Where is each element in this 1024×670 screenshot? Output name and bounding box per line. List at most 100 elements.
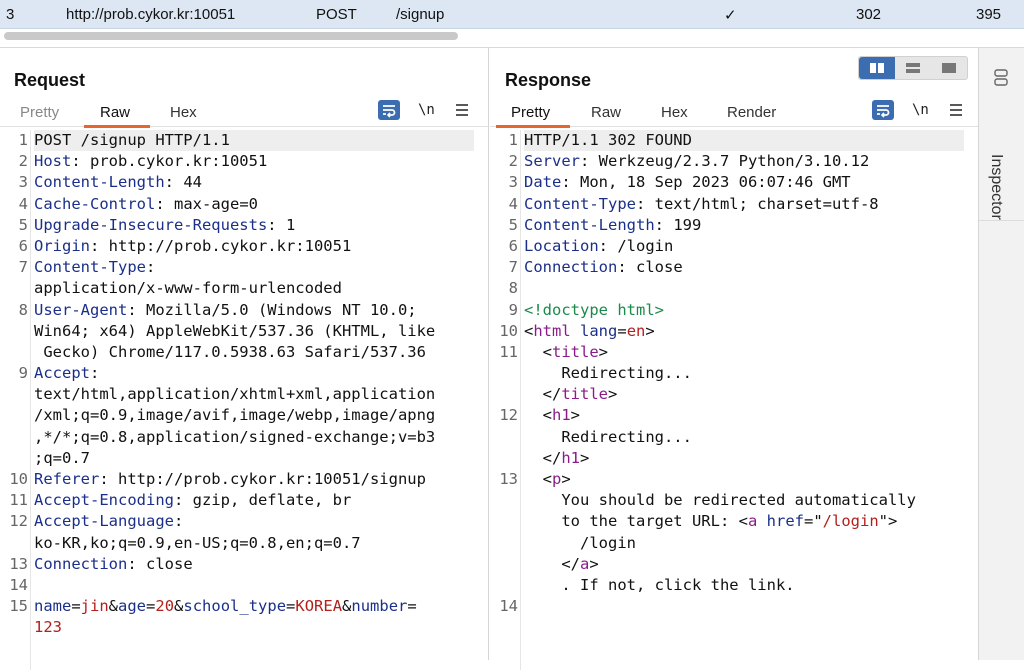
code-line: Win64; x64) AppleWebKit/537.36 (KHTML, l… [34, 321, 436, 340]
request-title: Request [14, 70, 86, 90]
line-number: 11 [499, 342, 518, 361]
code-line: ko-KR,ko;q=0.9,en-US;q=0.8,en;q=0.7 [34, 533, 361, 552]
line-number: 14 [499, 597, 518, 616]
horizontal-scrollbar[interactable] [0, 29, 1024, 48]
request-tab-pretty[interactable]: Pretty [20, 104, 59, 121]
code-line: 123 [34, 618, 62, 637]
response-title: Response [505, 70, 592, 90]
inspector-icon[interactable] [992, 68, 1010, 93]
code-line: application/x-www-form-urlencoded [34, 279, 342, 298]
inspector-label[interactable]: Inspector [987, 154, 1005, 220]
code-line: to the target URL: <a href="/login"> [524, 512, 898, 531]
code-line: </title> [524, 385, 618, 404]
response-tabs: Pretty Raw Hex Render [490, 98, 978, 128]
layout-single-icon[interactable] [931, 57, 967, 79]
line-number: 1 [508, 131, 518, 149]
response-tab-render[interactable]: Render [727, 104, 776, 121]
request-tab-raw[interactable]: Raw [100, 104, 130, 121]
line-number: 9 [18, 364, 28, 383]
scrollbar-thumb[interactable] [4, 32, 458, 40]
code-line: Server: Werkzeug/2.3.7 Python/3.10.12 [524, 152, 870, 171]
history-host: http://prob.cykor.kr:10051 [66, 6, 236, 23]
code-line: Cache-Control: max-age=0 [34, 194, 258, 213]
code-line: Gecko) Chrome/117.0.5938.63 Safari/537.3… [34, 342, 426, 361]
code-line: Content-Type: text/html; charset=utf-8 [524, 194, 879, 213]
request-tab-hex[interactable]: Hex [170, 104, 197, 121]
response-active-tab-indicator [496, 125, 570, 128]
inspector-divider [979, 220, 1024, 221]
code-line: Connection: close [524, 258, 683, 277]
line-number: 6 [508, 236, 518, 255]
line-number [490, 427, 518, 448]
request-active-tab-indicator [84, 125, 150, 128]
code-line: name=jin&age=20&school_type=KOREA&number… [34, 597, 417, 616]
line-number: 5 [18, 215, 28, 234]
code-line: Redirecting... [524, 427, 692, 446]
code-line: HTTP/1.1 302 FOUND [524, 130, 964, 152]
code-line: POST /signup HTTP/1.1 [34, 130, 474, 152]
line-number: 4 [18, 194, 28, 213]
line-number: 9 [508, 300, 518, 319]
layout-stacked-icon[interactable] [895, 57, 931, 79]
line-number [490, 533, 518, 554]
code-line: ,*/*;q=0.8,application/signed-exchange;v… [34, 427, 436, 446]
response-menu-icon[interactable] [948, 100, 970, 120]
code-line: /login [524, 533, 636, 552]
history-row[interactable]: 3 http://prob.cykor.kr:10051 POST /signu… [0, 0, 1024, 29]
line-number: 6 [18, 236, 28, 255]
response-gutter: 1 2 3 4 5 6 7 8 9 10 11 12 13 14 [490, 130, 518, 617]
code-line: text/html,application/xhtml+xml,applicat… [34, 385, 436, 404]
line-number: 15 [9, 597, 28, 616]
history-length: 395 [976, 6, 1002, 23]
response-lines: HTTP/1.1 302 FOUND Server: Werkzeug/2.3.… [524, 130, 964, 617]
history-path: /signup [396, 6, 445, 23]
code-line: /xml;q=0.9,image/avif,image/webp,image/a… [34, 406, 436, 425]
request-gutter: 1 2 3 4 5 6 7 8 9 10 11 12 13 14 15 [0, 130, 28, 639]
response-tab-raw[interactable]: Raw [591, 104, 621, 121]
line-number: 12 [9, 512, 28, 531]
line-number [0, 533, 28, 554]
line-number: 3 [18, 173, 28, 192]
line-number: 12 [499, 406, 518, 425]
response-wrap-lines-icon[interactable] [872, 100, 894, 120]
request-pane: Request Pretty Raw Hex \n 1 2 3 4 5 6 7 … [0, 48, 489, 670]
request-menu-icon[interactable] [454, 100, 476, 120]
layout-side-by-side-icon[interactable] [859, 57, 895, 79]
code-line: </h1> [524, 448, 590, 467]
line-number: 13 [9, 554, 28, 573]
line-number [0, 405, 28, 426]
code-line: <html lang=en> [524, 321, 655, 340]
history-method: POST [316, 6, 357, 23]
line-number: 8 [18, 300, 28, 319]
line-number: 10 [9, 470, 28, 488]
line-number: 5 [508, 215, 518, 234]
code-line: Content-Length: 44 [34, 173, 202, 192]
code-line: ;q=0.7 [34, 448, 90, 467]
layout-toggle [858, 56, 968, 80]
code-line: Origin: http://prob.cykor.kr:10051 [34, 236, 352, 255]
code-line: You should be redirected automatically [524, 491, 916, 510]
code-line: <h1> [524, 406, 581, 425]
inspector-panel[interactable]: Inspector [979, 48, 1024, 660]
line-number [0, 384, 28, 405]
request-wrap-lines-icon[interactable] [378, 100, 400, 120]
line-number: 14 [9, 575, 28, 594]
request-tabs: Pretty Raw Hex [0, 98, 488, 128]
code-line: Referer: http://prob.cykor.kr:10051/sign… [34, 470, 426, 488]
response-tab-hex[interactable]: Hex [661, 104, 688, 121]
code-line: Content-Length: 199 [524, 215, 702, 234]
request-newline-toggle[interactable]: \n [418, 102, 440, 122]
response-tab-pretty[interactable]: Pretty [511, 104, 550, 121]
line-number: 3 [508, 173, 518, 192]
line-number [490, 363, 518, 384]
line-number: 4 [508, 194, 518, 213]
line-number: 7 [508, 258, 518, 277]
code-line: <p> [524, 470, 571, 488]
line-number [0, 427, 28, 448]
response-newline-toggle[interactable]: \n [912, 102, 934, 122]
code-line: Accept: [34, 364, 100, 383]
code-line: User-Agent: Mozilla/5.0 (Windows NT 10.0… [34, 300, 417, 319]
line-number: 10 [499, 321, 518, 340]
